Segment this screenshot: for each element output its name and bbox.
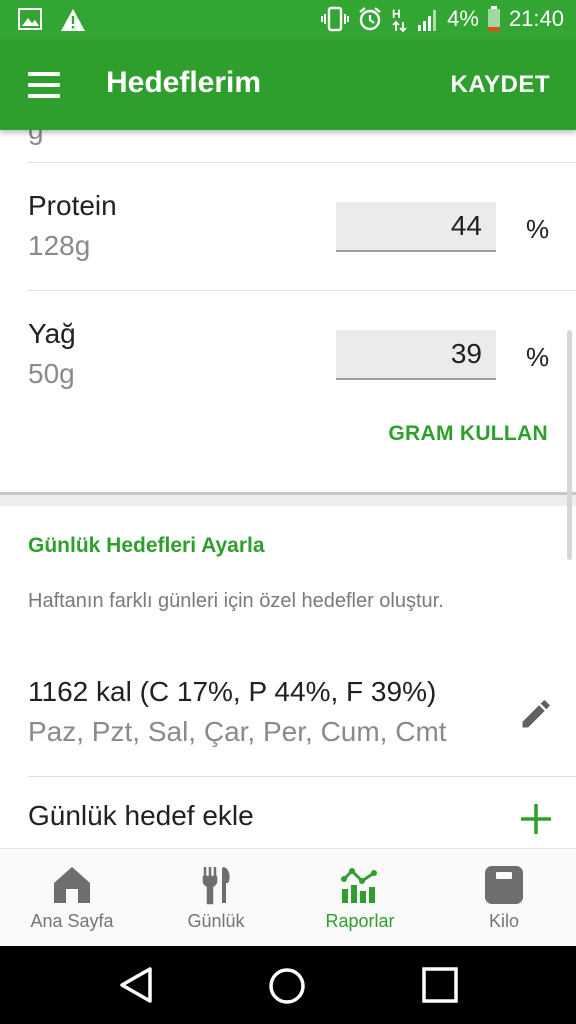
use-grams-button[interactable]: GRAM KULLAN bbox=[388, 422, 548, 446]
divider bbox=[28, 162, 576, 163]
back-icon[interactable] bbox=[116, 965, 156, 1005]
menu-icon[interactable] bbox=[28, 72, 60, 98]
image-notification-icon bbox=[18, 8, 42, 30]
network-hplus-icon: H bbox=[392, 7, 407, 32]
battery-icon bbox=[487, 6, 500, 31]
vibrate-icon bbox=[321, 6, 350, 32]
battery-percent: 4% bbox=[447, 6, 479, 31]
daily-goal-days: Paz, Pzt, Sal, Çar, Per, Cum, Cmt bbox=[28, 716, 447, 747]
signal-icon bbox=[418, 10, 437, 31]
fat-percent-unit: % bbox=[526, 342, 550, 372]
clock: 21:40 bbox=[508, 6, 564, 31]
bottom-navigation: Ana Sayfa Günlük Raporlar Kilo bbox=[0, 848, 576, 946]
partial-row-grams: g bbox=[28, 130, 44, 146]
fat-grams: 50g bbox=[28, 358, 75, 389]
divider bbox=[28, 290, 576, 291]
protein-grams: 128g bbox=[28, 230, 91, 261]
edit-pencil-icon[interactable] bbox=[518, 696, 554, 732]
divider bbox=[28, 776, 576, 777]
svg-text:H: H bbox=[392, 7, 401, 21]
daily-goals-description: Haftanın farklı günleri için özel hedefl… bbox=[28, 590, 444, 612]
alarm-icon bbox=[359, 7, 381, 31]
nav-reports[interactable]: Raporlar bbox=[288, 849, 432, 947]
nav-weight-label: Kilo bbox=[488, 911, 519, 931]
protein-label: Protein bbox=[28, 190, 117, 221]
nav-reports-label: Raporlar bbox=[325, 911, 395, 931]
warning-icon bbox=[61, 9, 85, 31]
recent-apps-icon[interactable] bbox=[420, 965, 460, 1005]
section-separator bbox=[0, 492, 576, 506]
page-title: Hedeflerim bbox=[106, 66, 262, 99]
goals-content[interactable]: g Protein 128g 44 % Yağ 50g 39 % GRAM KU… bbox=[0, 130, 576, 848]
protein-percent-unit: % bbox=[526, 214, 550, 244]
save-button[interactable]: KAYDET bbox=[451, 71, 550, 99]
daily-goal-summary[interactable]: 1162 kal (C 17%, P 44%, F 39%) bbox=[28, 676, 436, 708]
fat-percent-input[interactable]: 39 bbox=[336, 330, 496, 380]
add-daily-goal-label[interactable]: Günlük hedef ekle bbox=[28, 800, 254, 832]
nav-weight[interactable]: Kilo bbox=[432, 849, 576, 947]
scale-icon bbox=[485, 866, 523, 904]
nav-diary-label: Günlük bbox=[187, 911, 245, 931]
fork-knife-icon bbox=[202, 867, 230, 905]
scrollbar[interactable] bbox=[567, 330, 572, 560]
nav-home[interactable]: Ana Sayfa bbox=[0, 849, 144, 947]
app-bar: Hedeflerim KAYDET bbox=[0, 40, 576, 130]
home-circle-icon[interactable] bbox=[266, 965, 308, 1007]
nav-diary[interactable]: Günlük bbox=[144, 849, 288, 947]
home-icon bbox=[54, 867, 90, 903]
fat-label: Yağ bbox=[28, 318, 76, 349]
system-navigation-bar bbox=[0, 946, 576, 1024]
daily-goals-title: Günlük Hedefleri Ayarla bbox=[28, 534, 265, 557]
status-bar: H 4% 21:40 bbox=[0, 0, 576, 40]
protein-percent-input[interactable]: 44 bbox=[336, 202, 496, 252]
plus-icon[interactable] bbox=[517, 800, 555, 838]
reports-chart-icon bbox=[341, 868, 377, 903]
nav-home-label: Ana Sayfa bbox=[30, 911, 114, 931]
